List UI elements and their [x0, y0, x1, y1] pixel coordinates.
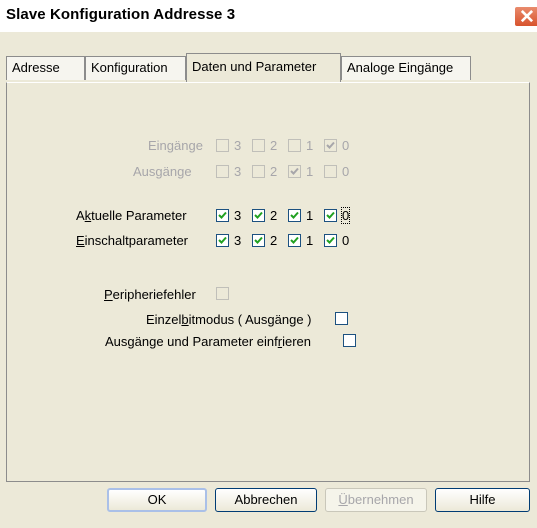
checkmark-icon [290, 211, 299, 219]
tab-label: Adresse [12, 60, 60, 75]
tab-label: Analoge Eingänge [347, 60, 454, 75]
bit-number: 3 [234, 208, 242, 223]
dialog-window: Slave Konfiguration Addresse 3 ✕ Adresse… [0, 0, 537, 528]
tab-label: Daten und Parameter [192, 59, 317, 74]
title-bar[interactable]: Slave Konfiguration Addresse 3 ✕ [0, 0, 537, 32]
ausgaenge-bit3-checkbox[interactable] [216, 165, 229, 178]
checkmark-icon [326, 141, 335, 149]
tab-konfiguration[interactable]: Konfiguration [85, 56, 186, 80]
tab-panel [6, 82, 530, 482]
einschalt-bit0-checkbox[interactable] [324, 234, 337, 247]
aktuelle-parameter-label: Aktuelle Parameter [76, 208, 187, 223]
cancel-button-label: Abbrechen [234, 492, 298, 507]
bit-number: 3 [234, 164, 242, 179]
einfrieren-label: Ausgänge und Parameter einfrieren [105, 334, 311, 349]
tab-daten-und-parameter[interactable]: Daten und Parameter [186, 53, 341, 82]
checkmark-icon [326, 236, 335, 244]
eingaenge-bit2-checkbox[interactable] [252, 139, 265, 152]
bit-number: 2 [270, 233, 278, 248]
einzelbitmodus-checkbox[interactable] [335, 312, 348, 325]
eingaenge-bit0-checkbox[interactable] [324, 139, 337, 152]
ausgaenge-bit2-checkbox[interactable] [252, 165, 265, 178]
ok-button[interactable]: OK [107, 488, 207, 512]
checkmark-icon [290, 167, 299, 175]
bit-number: 0 [342, 233, 350, 248]
ausgaenge-bit0-checkbox[interactable] [324, 165, 337, 178]
bit-number: 2 [270, 138, 278, 153]
bit-number: 0 [340, 207, 351, 224]
bit-number: 1 [306, 138, 314, 153]
bit-number: 0 [342, 138, 350, 153]
ausgaenge-bit1-checkbox[interactable] [288, 165, 301, 178]
einschalt-bit3-checkbox[interactable] [216, 234, 229, 247]
bit-number: 2 [270, 164, 278, 179]
bit-number: 2 [270, 208, 278, 223]
eingaenge-bit1-checkbox[interactable] [288, 139, 301, 152]
checkmark-icon [326, 211, 335, 219]
bit-number: 1 [306, 164, 314, 179]
eingaenge-label: Eingänge [148, 138, 203, 153]
aktuelle-bit0-checkbox[interactable] [324, 209, 337, 222]
window-title: Slave Konfiguration Addresse 3 [6, 6, 236, 23]
tab-analoge-eingaenge[interactable]: Analoge Eingänge [341, 56, 471, 80]
apply-button-label: Übernehmen [338, 492, 414, 507]
tab-adresse[interactable]: Adresse [6, 56, 85, 80]
einfrieren-checkbox[interactable] [343, 334, 356, 347]
einschaltparameter-label: Einschaltparameter [76, 233, 188, 248]
checkmark-icon [254, 211, 263, 219]
tab-label: Konfiguration [91, 60, 168, 75]
checkmark-icon [290, 236, 299, 244]
help-button-label: Hilfe [469, 492, 496, 507]
aktuelle-bit2-checkbox[interactable] [252, 209, 265, 222]
close-icon: ✕ [519, 7, 535, 28]
close-button[interactable]: ✕ [514, 6, 537, 28]
eingaenge-bit3-checkbox[interactable] [216, 139, 229, 152]
cancel-button[interactable]: Abbrechen [215, 488, 317, 512]
bit-number: 0 [342, 164, 350, 179]
bit-number: 1 [306, 233, 314, 248]
checkmark-icon [218, 211, 227, 219]
einschalt-bit1-checkbox[interactable] [288, 234, 301, 247]
einzelbitmodus-label: Einzelbitmodus ( Ausgänge ) [146, 312, 312, 327]
ausgaenge-label: Ausgänge [133, 164, 192, 179]
bit-number: 3 [234, 233, 242, 248]
einschalt-bit2-checkbox[interactable] [252, 234, 265, 247]
apply-button[interactable]: Übernehmen [325, 488, 427, 512]
checkmark-icon [254, 236, 263, 244]
peripheriefehler-checkbox[interactable] [216, 287, 229, 300]
aktuelle-bit1-checkbox[interactable] [288, 209, 301, 222]
ok-button-label: OK [147, 492, 167, 507]
aktuelle-bit3-checkbox[interactable] [216, 209, 229, 222]
bit-number: 1 [306, 208, 314, 223]
checkmark-icon [218, 236, 227, 244]
bit-number: 3 [234, 138, 242, 153]
help-button[interactable]: Hilfe [435, 488, 530, 512]
peripheriefehler-label: Peripheriefehler [104, 287, 196, 302]
